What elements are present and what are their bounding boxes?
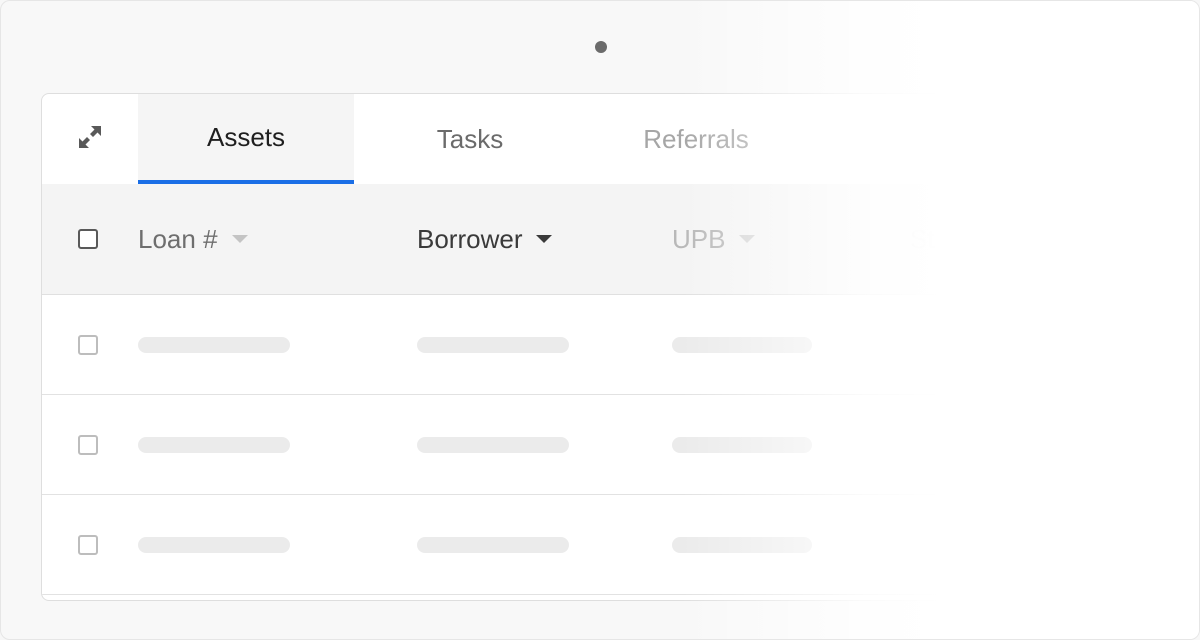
camera-indicator [595, 41, 607, 53]
tab-tasks[interactable]: Tasks [354, 94, 586, 184]
tab-assets[interactable]: Assets [138, 94, 354, 184]
skeleton-borrower [417, 337, 569, 353]
row-checkbox[interactable] [78, 435, 98, 455]
table-row[interactable] [42, 495, 1199, 595]
column-header-upb[interactable]: UPB [672, 184, 756, 294]
skeleton-upb [672, 537, 812, 553]
column-label: UPB [672, 223, 726, 254]
skeleton-borrower [417, 437, 569, 453]
tab-bar: Assets Tasks Referrals [42, 94, 1199, 184]
tab-label: Referrals [643, 123, 749, 154]
caret-down-icon [739, 235, 756, 243]
table-header: Loan # Borrower UPB St [42, 184, 1199, 295]
tab-label: Assets [206, 121, 286, 152]
skeleton-loan [138, 537, 290, 553]
table-row[interactable] [42, 395, 1199, 495]
tab-referrals[interactable]: Referrals [586, 94, 806, 184]
select-all-checkbox[interactable] [78, 229, 98, 249]
caret-down-icon [536, 235, 553, 243]
column-header-loan[interactable]: Loan # [138, 184, 248, 294]
row-checkbox[interactable] [78, 535, 98, 555]
skeleton-loan [138, 437, 290, 453]
app-window: Assets Tasks Referrals Loan # Borrower U… [0, 0, 1200, 640]
tab-label: Tasks [436, 123, 504, 154]
column-header-borrower[interactable]: Borrower [417, 184, 553, 294]
column-label: Loan # [138, 223, 218, 254]
skeleton-borrower [417, 537, 569, 553]
row-checkbox[interactable] [78, 335, 98, 355]
caret-down-icon [231, 235, 248, 243]
assets-table-panel: Assets Tasks Referrals Loan # Borrower U… [41, 93, 1199, 601]
column-header-status[interactable]: St [910, 184, 935, 294]
column-label: St [910, 223, 935, 254]
column-label: Borrower [417, 223, 523, 254]
table-row[interactable] [42, 295, 1199, 395]
expand-button[interactable] [42, 94, 138, 184]
expand-icon [76, 123, 104, 156]
skeleton-loan [138, 337, 290, 353]
skeleton-upb [672, 437, 812, 453]
skeleton-upb [672, 337, 812, 353]
